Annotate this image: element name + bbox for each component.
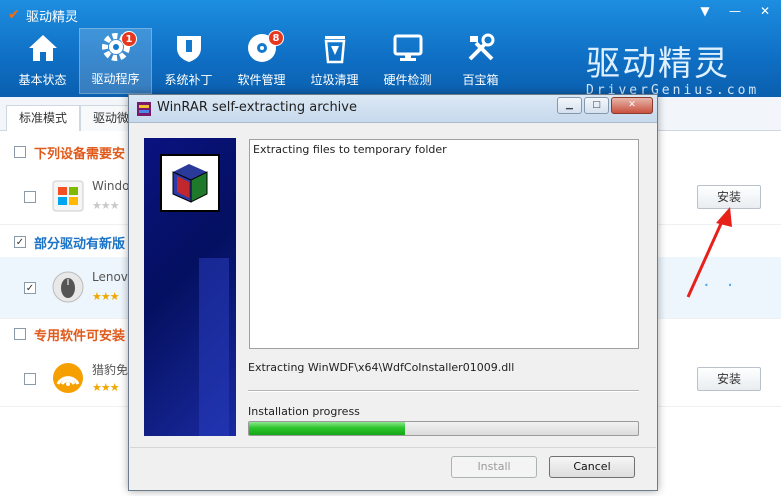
log-line: Extracting files to temporary folder	[253, 143, 447, 156]
app-logo-icon: ✔	[8, 7, 20, 23]
cancel-button[interactable]: Cancel	[549, 456, 635, 478]
install-button[interactable]: Install	[451, 456, 537, 478]
nav-toolbox[interactable]: 百宝箱	[444, 28, 517, 94]
monitor-icon	[391, 31, 425, 65]
rating-stars: ★★★	[92, 199, 120, 212]
dialog-window-controls: ▁ □ ✕	[557, 97, 653, 114]
row-checkbox[interactable]	[24, 191, 36, 203]
section-checkbox[interactable]	[14, 146, 26, 158]
browser-icon	[52, 362, 84, 394]
winrar-icon	[136, 101, 152, 117]
extraction-log[interactable]: Extracting files to temporary folder	[249, 139, 639, 349]
minimize-button[interactable]: —	[727, 4, 743, 18]
section-checkbox[interactable]	[14, 328, 26, 340]
row-checkbox[interactable]	[24, 373, 36, 385]
nav-drivers[interactable]: 1 驱动程序	[79, 28, 152, 94]
nav-system-patches[interactable]: 系统补丁	[152, 28, 225, 94]
progress-label: Installation progress	[248, 405, 360, 418]
rating-stars: ★★★	[92, 381, 120, 394]
dialog-minimize-button[interactable]: ▁	[557, 97, 582, 114]
close-button[interactable]: ✕	[757, 4, 773, 18]
window-controls: ▼ — ✕	[697, 4, 773, 18]
footer-divider	[130, 447, 656, 448]
home-icon	[26, 31, 60, 65]
mouse-icon	[52, 271, 84, 303]
section-checkbox[interactable]: ✓	[14, 236, 26, 248]
row-name: 猎豹免	[92, 363, 129, 377]
winrar-dialog: WinRAR self-extracting archive ▁ □ ✕ Ext…	[128, 94, 658, 491]
software-badge: 8	[268, 30, 284, 46]
side-stripe	[199, 258, 229, 436]
shield-icon	[172, 31, 206, 65]
row-checkbox[interactable]: ✓	[24, 282, 36, 294]
row-name: Windo	[92, 179, 130, 193]
nav-label: 软件管理	[237, 73, 286, 87]
nav-label: 垃圾清理	[310, 73, 359, 87]
app-title-bar: ✔ 驱动精灵	[6, 4, 78, 26]
drivers-badge: 1	[121, 31, 137, 47]
nav-software[interactable]: 8 软件管理	[225, 28, 298, 94]
app-title: 驱动精灵	[26, 9, 79, 25]
section-title: 专用软件可安装	[34, 328, 126, 344]
installation-progress-bar	[248, 421, 639, 436]
nav-hardware[interactable]: 硬件检测	[371, 28, 444, 94]
annotation-arrow	[686, 207, 732, 298]
progress-fill	[249, 422, 405, 435]
windows-icon	[52, 180, 84, 212]
rating-stars: ★★★	[92, 290, 120, 303]
nav-cleanup[interactable]: 垃圾清理	[298, 28, 371, 94]
section-title: 下列设备需要安	[34, 146, 126, 162]
dialog-title-bar[interactable]: WinRAR self-extracting archive ▁ □ ✕	[129, 95, 657, 123]
recycle-bin-icon	[318, 31, 352, 65]
nav-label: 系统补丁	[164, 73, 213, 87]
nav-basic-status[interactable]: 基本状态	[6, 28, 79, 94]
nav-label: 硬件检测	[383, 73, 432, 87]
brand-name: 驱动精灵	[586, 44, 730, 84]
dialog-maximize-button[interactable]: □	[584, 97, 609, 114]
dialog-body: Extracting files to temporary folder Ext…	[130, 124, 656, 490]
sfx-side-image	[144, 138, 236, 436]
install-button[interactable]: 安装	[697, 367, 761, 391]
dialog-title: WinRAR self-extracting archive	[157, 100, 357, 115]
current-file-text: Extracting WinWDF\x64\WdfCoInstaller0100…	[248, 361, 515, 374]
nav-label: 百宝箱	[462, 73, 499, 87]
tab-standard-mode[interactable]: 标准模式	[6, 105, 81, 132]
divider	[248, 390, 639, 392]
menu-dropdown-button[interactable]: ▼	[697, 4, 713, 18]
nav-label: 基本状态	[18, 73, 67, 87]
dialog-close-button[interactable]: ✕	[611, 97, 653, 114]
nav-label: 驱动程序	[91, 72, 140, 86]
main-header: ✔ 驱动精灵 ▼ — ✕ 基本状态 1 驱动程序 系统补丁 8 软件管理 垃圾清…	[0, 0, 781, 98]
main-nav: 基本状态 1 驱动程序 系统补丁 8 软件管理 垃圾清理 硬件检测 百宝箱	[6, 28, 517, 94]
brand-logo: 驱动精灵 DriverGenius.com	[586, 36, 759, 98]
winrar-logo-icon	[160, 154, 220, 212]
section-title: 部分驱动有新版	[34, 236, 126, 252]
row-name: Lenov	[92, 270, 128, 284]
tools-icon	[464, 31, 498, 65]
